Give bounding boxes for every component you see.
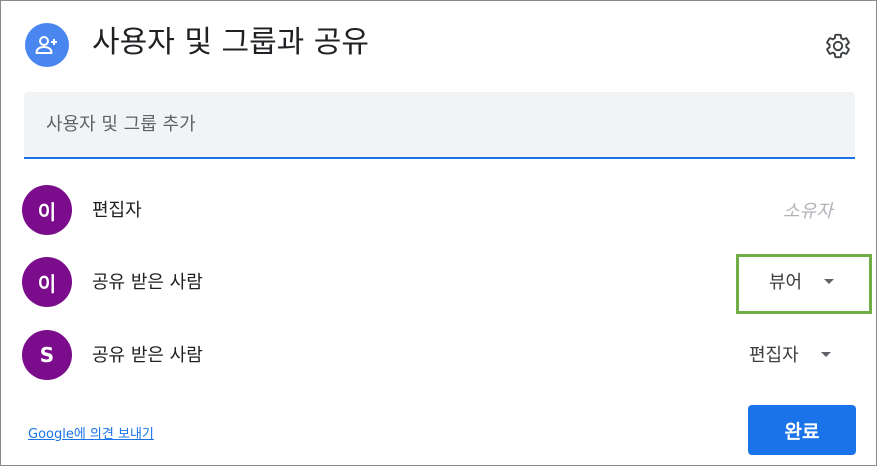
send-feedback-link[interactable]: Google에 의견 보내기 bbox=[28, 423, 154, 442]
owner-role-label: 소유자 bbox=[783, 201, 833, 222]
add-people-input[interactable] bbox=[24, 92, 855, 157]
done-button[interactable]: 완료 bbox=[748, 405, 856, 455]
role-dropdown-editor[interactable]: 편집자 bbox=[749, 341, 831, 367]
person-row-3: S 공유 받은 사람 편집자 bbox=[1, 327, 876, 383]
role-label: 편집자 bbox=[749, 345, 799, 366]
person-row-1: 이 편집자 소유자 bbox=[1, 182, 876, 238]
avatar: S bbox=[22, 330, 72, 380]
caret-down-icon bbox=[820, 351, 831, 357]
person-name: 공유 받은 사람 bbox=[92, 345, 203, 366]
avatar: 이 bbox=[22, 257, 72, 307]
person-name: 공유 받은 사람 bbox=[92, 272, 203, 293]
share-dialog: 사용자 및 그룹과 공유 이 편집자 소유자 이 공유 받은 사람 뷰어 S 공… bbox=[0, 0, 877, 466]
add-people-field[interactable] bbox=[24, 92, 855, 159]
highlight-box bbox=[736, 254, 872, 314]
avatar: 이 bbox=[22, 185, 72, 235]
person-name: 편집자 bbox=[92, 200, 142, 221]
dialog-title: 사용자 및 그룹과 공유 bbox=[92, 25, 370, 60]
add-person-icon bbox=[25, 23, 69, 67]
gear-icon[interactable] bbox=[822, 30, 854, 62]
